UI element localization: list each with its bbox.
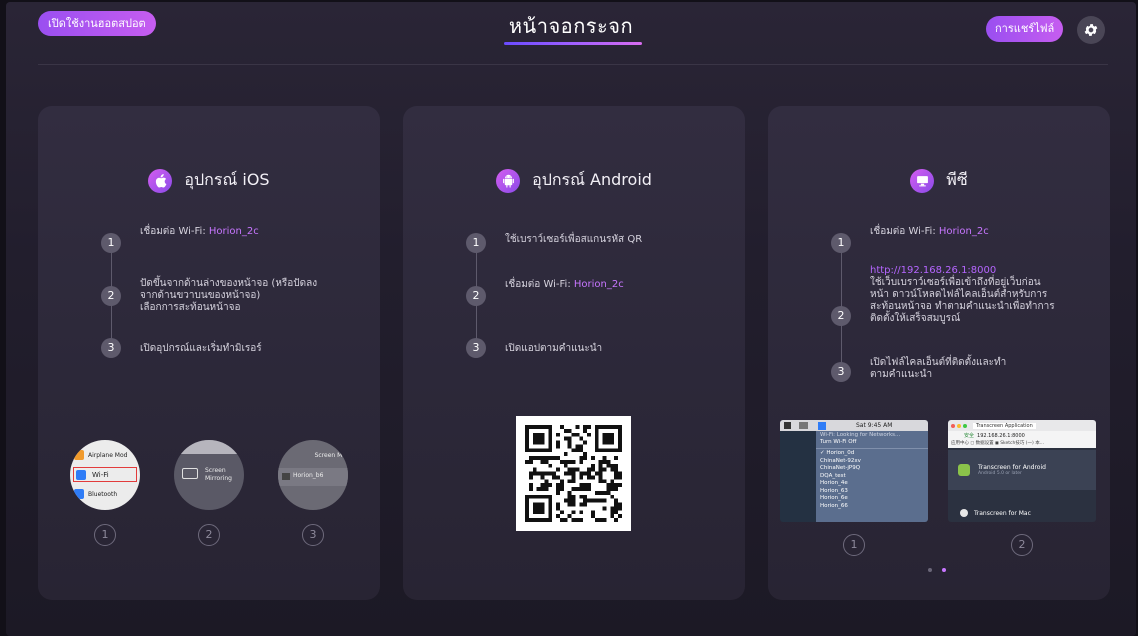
pc-card-header: พีซี	[768, 168, 1110, 193]
ios-step-1-text: เชื่อมต่อ Wi-Fi: Horion_2c	[140, 226, 259, 237]
step-number: 3	[466, 338, 486, 358]
title-underline	[504, 42, 642, 45]
step-number: 1	[831, 233, 851, 253]
network-item[interactable]: ChinaNet-92xv	[820, 458, 924, 466]
wifi-name: Horion_2c	[208, 226, 259, 237]
ios-step-3-text: เปิดอุปกรณ์และเริ่มทำมิเรอร์	[140, 343, 262, 354]
network-item[interactable]: ChinaNet-jP9Q	[820, 465, 924, 473]
pc-step-3-text: เปิดไฟล์ไคลเอ็นต์ที่ติดตั้งและทำ ตามคำแน…	[870, 357, 1007, 380]
pc-card: พีซี 1 เชื่อมต่อ Wi-Fi: Horion_2c 2 http…	[768, 106, 1110, 600]
step-number: 1	[466, 233, 486, 253]
thumb-number: 1	[843, 534, 865, 556]
apple-icon	[148, 168, 173, 193]
page-title: หน้าจอกระจก	[508, 14, 634, 38]
step-number: 2	[101, 286, 121, 306]
pc-step-2-text: http://192.168.26.1:8000 ใช้เว็บเบราว์เซ…	[870, 265, 1055, 324]
android-step-2-text: เชื่อมต่อ Wi-Fi: Horion_2c	[505, 279, 624, 290]
gear-icon	[1084, 24, 1098, 36]
file-share-button[interactable]: การแชร์ไฟล์	[986, 16, 1064, 42]
thumb-number: 3	[302, 524, 324, 546]
monitor-icon	[910, 168, 935, 193]
app-window: เปิดใช้งานฮอตสปอต หน้าจอกระจก การแชร์ไฟล…	[6, 2, 1136, 636]
network-item[interactable]: DQA_test	[820, 473, 924, 481]
ios-device-list-thumbnail: Screen Mi Horion_b6	[278, 440, 348, 510]
network-item[interactable]: ✓ Horion_0d	[820, 450, 924, 458]
wifi-name: Horion_2c	[573, 279, 624, 290]
ios-card-header: อุปกรณ์ iOS	[38, 168, 380, 193]
android-card-header: อุปกรณ์ Android	[403, 168, 745, 193]
step-number: 3	[831, 362, 851, 382]
pagination-dot[interactable]	[928, 568, 932, 572]
ios-control-center-thumbnail: Airplane Mod Wi-Fi Bluetooth	[70, 440, 140, 510]
network-item[interactable]: Horion_4e	[820, 480, 924, 488]
network-list: ✓ Horion_0d ChinaNet-92xv ChinaNet-jP9Q …	[816, 450, 928, 510]
android-icon	[496, 168, 521, 193]
ios-card-title: อุปกรณ์ iOS	[184, 170, 270, 189]
step-number: 2	[831, 306, 851, 326]
download-url[interactable]: http://192.168.26.1:8000	[870, 265, 1055, 277]
settings-button[interactable]	[1077, 16, 1105, 44]
pagination-dot-active[interactable]	[942, 568, 946, 572]
thumb-number: 1	[94, 524, 116, 546]
wifi-name: Horion_2c	[938, 226, 989, 237]
pc-step-1-text: เชื่อมต่อ Wi-Fi: Horion_2c	[870, 226, 989, 237]
step-number: 1	[101, 233, 121, 253]
android-step-1-text: ใช้เบราว์เซอร์เพื่อสแกนรหัส QR	[505, 234, 643, 245]
thumb-number: 2	[1011, 534, 1033, 556]
qr-code	[516, 416, 631, 531]
android-card-title: อุปกรณ์ Android	[532, 170, 652, 189]
network-item[interactable]: Horion_63	[820, 488, 924, 496]
ios-step-2-text: ปัดขึ้นจากด้านล่างของหน้าจอ (หรือปัดลง จ…	[140, 278, 318, 313]
pc-card-title: พีซี	[946, 170, 968, 189]
step-number: 2	[466, 286, 486, 306]
thumb-number: 2	[198, 524, 220, 546]
mac-wifi-menu-screenshot: Sat 9:45 AM Wi-Fi: Looking for Networks.…	[780, 420, 928, 522]
network-item[interactable]: Horion_6e	[820, 495, 924, 503]
ios-card: อุปกรณ์ iOS 1 เชื่อมต่อ Wi-Fi: Horion_2c…	[38, 106, 380, 600]
header-divider	[38, 64, 1108, 65]
carousel-pagination[interactable]	[928, 568, 946, 572]
android-card: อุปกรณ์ Android 1 ใช้เบราว์เซอร์เพื่อสแก…	[403, 106, 745, 600]
network-item[interactable]: Horion_66	[820, 503, 924, 511]
step-number: 3	[101, 338, 121, 358]
ios-screen-mirroring-thumbnail: Screen Mirroring	[174, 440, 244, 510]
android-step-3-text: เปิดแอปตามคำแนะนำ	[505, 343, 603, 354]
browser-download-screenshot: Transcreen Application 安全 192.168.26.1:8…	[948, 420, 1096, 522]
